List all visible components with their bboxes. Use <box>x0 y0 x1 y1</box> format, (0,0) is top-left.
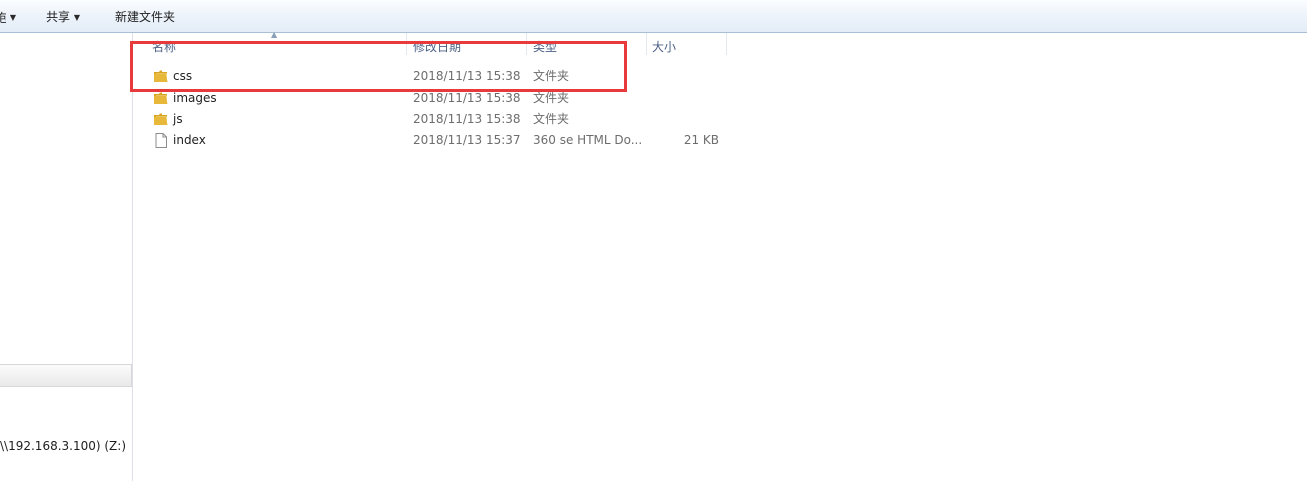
toolbar-partial-label: 包 <box>0 10 6 26</box>
file-date: 2018/11/13 15:37 <box>413 133 521 147</box>
file-name: images <box>173 91 217 105</box>
new-folder-button[interactable]: 新建文件夹 <box>115 9 175 25</box>
file-type: 文件夹 <box>533 91 570 105</box>
file-list: ▲ 名称 修改日期 类型 大小 css 2018/11/13 15:38 文件夹… <box>134 30 1307 481</box>
folder-icon <box>154 113 168 125</box>
navigation-pane: \\192.168.3.100) (Z:) <box>0 33 133 481</box>
toolbar: 包 ▼ 共享 ▼ 新建文件夹 <box>0 0 1307 33</box>
column-header-type-label: 类型 <box>533 40 558 54</box>
file-name: css <box>173 69 193 83</box>
file-type: 文件夹 <box>533 69 570 83</box>
chevron-down-icon: ▼ <box>73 12 80 22</box>
column-divider[interactable] <box>726 33 727 55</box>
column-divider[interactable] <box>646 33 647 55</box>
file-name: js <box>173 112 183 126</box>
column-header-name[interactable]: 名称 <box>152 33 176 59</box>
file-icon <box>155 133 167 148</box>
new-folder-label: 新建文件夹 <box>115 10 176 24</box>
nav-item-network-drive[interactable]: \\192.168.3.100) (Z:) <box>0 439 126 453</box>
share-button[interactable]: 共享 ▼ <box>46 9 80 25</box>
file-date: 2018/11/13 15:38 <box>413 112 521 126</box>
column-divider[interactable] <box>526 33 527 55</box>
file-size <box>654 66 719 87</box>
toolbar-partial-menu[interactable]: 包 ▼ <box>0 9 16 25</box>
column-header-size[interactable]: 大小 <box>652 33 676 59</box>
column-header: ▲ 名称 修改日期 类型 大小 <box>134 30 734 59</box>
file-row[interactable]: js 2018/11/13 15:38 文件夹 <box>134 109 734 130</box>
sort-ascending-icon: ▲ <box>271 30 278 39</box>
file-row[interactable]: css 2018/11/13 15:38 文件夹 <box>134 66 734 87</box>
column-header-type[interactable]: 类型 <box>533 33 557 59</box>
column-header-date[interactable]: 修改日期 <box>413 33 461 59</box>
file-date: 2018/11/13 15:38 <box>413 91 521 105</box>
file-size: 21 KB <box>683 133 719 147</box>
nav-drive-label: \\192.168.3.100) (Z:) <box>0 439 126 453</box>
file-type: 文件夹 <box>533 112 570 126</box>
share-label: 共享 <box>46 10 71 24</box>
file-row[interactable]: images 2018/11/13 15:38 文件夹 <box>134 88 734 109</box>
file-name: index <box>173 133 206 147</box>
file-row[interactable]: index 2018/11/13 15:37 360 se HTML Do...… <box>134 130 734 151</box>
file-size <box>654 88 719 109</box>
column-divider[interactable] <box>406 33 407 55</box>
column-header-size-label: 大小 <box>652 40 677 54</box>
file-type: 360 se HTML Do... <box>533 133 643 147</box>
folder-icon <box>154 92 168 104</box>
file-size <box>654 109 719 130</box>
folder-icon <box>154 70 168 82</box>
file-date: 2018/11/13 15:38 <box>413 69 521 83</box>
column-header-date-label: 修改日期 <box>413 40 462 54</box>
nav-selected-item[interactable] <box>0 364 132 387</box>
chevron-down-icon: ▼ <box>9 12 16 22</box>
column-header-name-label: 名称 <box>152 40 177 54</box>
